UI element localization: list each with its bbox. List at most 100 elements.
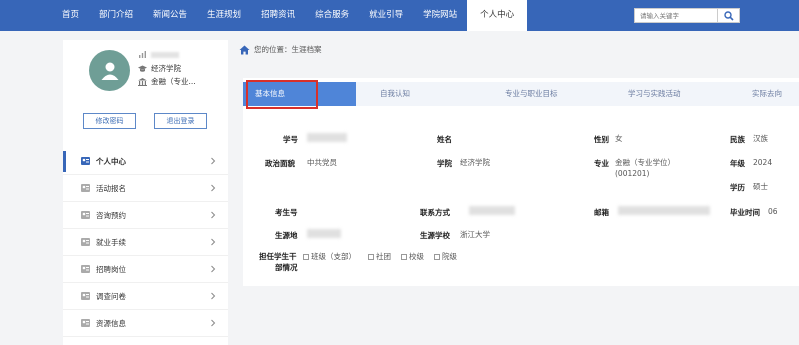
label-graduation-time: 毕业时间 (730, 208, 760, 217)
menu-item-label: 资源信息 (96, 318, 126, 328)
breadcrumb: 您的位置：生涯档案 (239, 44, 322, 55)
checkbox[interactable] (401, 253, 407, 260)
home-icon[interactable] (239, 45, 250, 55)
user-card-icon (81, 211, 90, 219)
nav-item-news[interactable]: 新闻公告 (143, 0, 197, 31)
profile-major: 金融（专业... (151, 77, 196, 86)
cadre-option-university[interactable]: 校级 (401, 251, 424, 262)
nav-item-home[interactable]: 首页 (52, 0, 89, 31)
chevron-right-icon (211, 238, 216, 246)
building-icon (138, 77, 147, 86)
nav-item-personal-center[interactable]: 个人中心 (467, 0, 528, 31)
major-value-line1: 金融（专业学位） (615, 158, 675, 167)
tab-bar: 基本信息 自我认知 专业与职业目标 学习与实践活动 实际去向 (243, 82, 799, 106)
logout-button[interactable]: 退出登录 (154, 113, 207, 129)
label-college: 学院 (437, 159, 452, 168)
nav-item-career-planning[interactable]: 生涯规划 (197, 0, 251, 31)
side-menu: 个人中心 活动报名 咨询预约 就业手续 招聘岗位 调查问卷 资源信息 (63, 148, 228, 337)
search-box (634, 8, 740, 23)
user-card-icon (81, 319, 90, 327)
menu-item-label: 调查问卷 (96, 291, 126, 301)
cadre-option-class[interactable]: 班级（支部） (303, 251, 356, 262)
search-icon (723, 10, 734, 21)
label-exam-number: 考生号 (275, 208, 298, 217)
education-value: 硕士 (753, 182, 768, 191)
label-political-status: 政治面貌 (265, 159, 295, 168)
user-card-icon (81, 265, 90, 273)
checkbox[interactable] (434, 253, 440, 260)
menu-item-consultation[interactable]: 咨询预约 (63, 202, 228, 229)
user-card-icon (81, 157, 90, 165)
search-input[interactable] (634, 8, 718, 23)
graduation-time-value: 06 (768, 207, 778, 216)
bars-icon (138, 50, 147, 59)
nav-item-services[interactable]: 综合服务 (305, 0, 359, 31)
major-value-line2: (001201) (615, 169, 650, 178)
tab-actual-destination[interactable]: 实际去向 (752, 82, 782, 106)
profile-college-row: 经济学院 (138, 63, 181, 74)
sidebar: 经济学院 金融（专业... 修改密码 退出登录 个人中心 活动报名 咨询预约 就… (63, 40, 228, 345)
graduation-cap-icon (138, 64, 147, 73)
origin-school-value: 浙江大学 (460, 230, 490, 239)
menu-item-label: 就业手续 (96, 237, 126, 247)
chevron-right-icon (211, 319, 216, 327)
menu-item-employment-procedures[interactable]: 就业手续 (63, 229, 228, 256)
gender-value: 女 (615, 134, 623, 143)
origin-value-redacted (307, 229, 341, 238)
label-gender: 性别 (594, 135, 609, 144)
search-button[interactable] (718, 8, 740, 23)
tab-basic-info[interactable]: 基本信息 (243, 82, 356, 106)
ethnicity-value: 汉族 (753, 134, 768, 143)
nav-item-recruitment[interactable]: 招聘资讯 (251, 0, 305, 31)
profile-name (151, 51, 179, 58)
label-name: 姓名 (437, 135, 452, 144)
label-email: 邮箱 (594, 208, 609, 217)
profile-major-row: 金融（专业... (138, 76, 196, 87)
chevron-right-icon (211, 292, 216, 300)
user-silhouette-icon (101, 62, 118, 80)
cadre-option-club[interactable]: 社团 (368, 251, 391, 262)
menu-item-surveys[interactable]: 调查问卷 (63, 283, 228, 310)
menu-item-label: 招聘岗位 (96, 264, 126, 274)
menu-item-job-positions[interactable]: 招聘岗位 (63, 256, 228, 283)
menu-item-personal-center[interactable]: 个人中心 (63, 148, 228, 175)
menu-item-label: 活动报名 (96, 183, 126, 193)
avatar (89, 50, 130, 91)
label-contact: 联系方式 (420, 208, 450, 217)
user-card-icon (81, 238, 90, 246)
nav-item-departments[interactable]: 部门介绍 (89, 0, 143, 31)
menu-item-label: 个人中心 (96, 156, 126, 166)
political-status-value: 中共党员 (307, 158, 337, 167)
top-nav: 首页 部门介绍 新闻公告 生涯规划 招聘资讯 综合服务 就业引导 学院网站 个人… (0, 0, 799, 31)
label-origin-school: 生源学校 (420, 231, 450, 240)
label-student-cadre-line1: 担任学生干 (259, 252, 297, 261)
label-student-cadre-line2: 部情况 (275, 263, 298, 272)
nav-item-guidance[interactable]: 就业引导 (359, 0, 413, 31)
tab-self-awareness[interactable]: 自我认知 (380, 82, 410, 106)
tab-major-career-goals[interactable]: 专业与职业目标 (505, 82, 558, 106)
change-password-button[interactable]: 修改密码 (83, 113, 136, 129)
contact-value-redacted (469, 206, 515, 215)
label-origin: 生源地 (275, 231, 298, 240)
cadre-option-college[interactable]: 院级 (434, 251, 457, 262)
checkbox[interactable] (368, 253, 374, 260)
label-major: 专业 (594, 159, 609, 168)
breadcrumb-text: 您的位置：生涯档案 (254, 45, 322, 54)
nav-item-college-site[interactable]: 学院网站 (413, 0, 467, 31)
menu-item-resources[interactable]: 资源信息 (63, 310, 228, 337)
user-card-icon (81, 184, 90, 192)
email-value-redacted (618, 206, 710, 215)
menu-item-label: 咨询预约 (96, 210, 126, 220)
profile-name-row (138, 50, 179, 59)
label-student-id: 学号 (283, 135, 298, 144)
profile-panel: 基本信息 自我认知 专业与职业目标 学习与实践活动 实际去向 学号 姓名 性别 … (243, 78, 799, 286)
student-id-value-redacted (307, 133, 347, 142)
profile-college: 经济学院 (151, 64, 181, 73)
chevron-right-icon (211, 265, 216, 273)
college-value: 经济学院 (460, 158, 490, 167)
menu-item-activity-signup[interactable]: 活动报名 (63, 175, 228, 202)
checkbox[interactable] (303, 253, 309, 260)
label-education: 学历 (730, 183, 745, 192)
label-grade: 年级 (730, 159, 745, 168)
tab-study-practice[interactable]: 学习与实践活动 (628, 82, 681, 106)
